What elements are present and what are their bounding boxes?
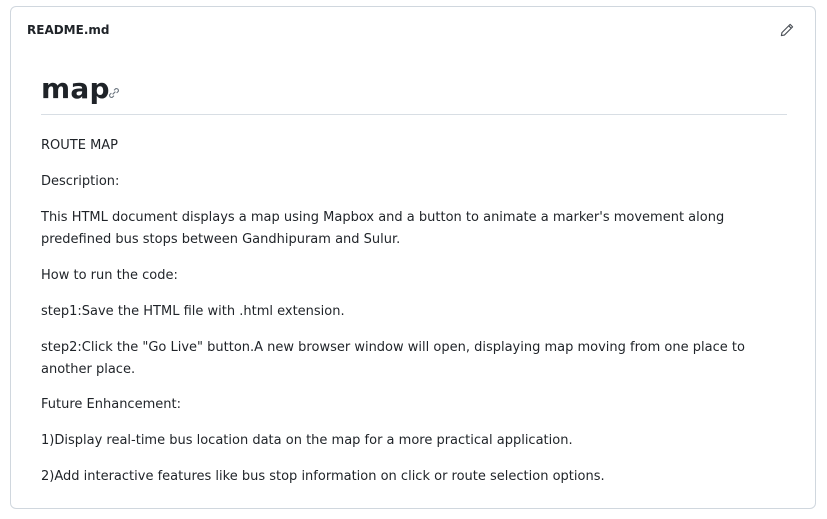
paragraph-enhancement-1: 1)Display real-time bus location data on… bbox=[41, 433, 573, 448]
readme-filename: README.md bbox=[27, 23, 110, 37]
readme-panel: README.md map ROUTE MAP Description: Thi… bbox=[10, 6, 816, 509]
paragraph-step1: step1:Save the HTML file with .html exte… bbox=[41, 304, 345, 319]
paragraph-route-map: ROUTE MAP bbox=[41, 138, 119, 153]
readme-header: README.md bbox=[11, 7, 815, 53]
paragraph-description-heading: Description: bbox=[41, 174, 120, 189]
paragraph-future-heading: Future Enhancement: bbox=[41, 397, 181, 412]
paragraph-description: This HTML document displays a map using … bbox=[41, 210, 725, 247]
heading-anchor-link[interactable] bbox=[106, 85, 122, 101]
link-icon bbox=[109, 88, 119, 98]
title-row: map bbox=[41, 53, 787, 115]
paragraph-how-to-run: How to run the code: bbox=[41, 268, 178, 283]
paragraph-enhancement-2: 2)Add interactive features like bus stop… bbox=[41, 469, 605, 484]
paragraph-step2: step2:Click the "Go Live" button.A new b… bbox=[41, 340, 745, 377]
page-title: map bbox=[41, 72, 110, 105]
readme-content: map ROUTE MAP Description: This HTML doc… bbox=[41, 53, 787, 484]
edit-file-button[interactable] bbox=[777, 20, 797, 40]
pencil-icon bbox=[780, 23, 794, 37]
